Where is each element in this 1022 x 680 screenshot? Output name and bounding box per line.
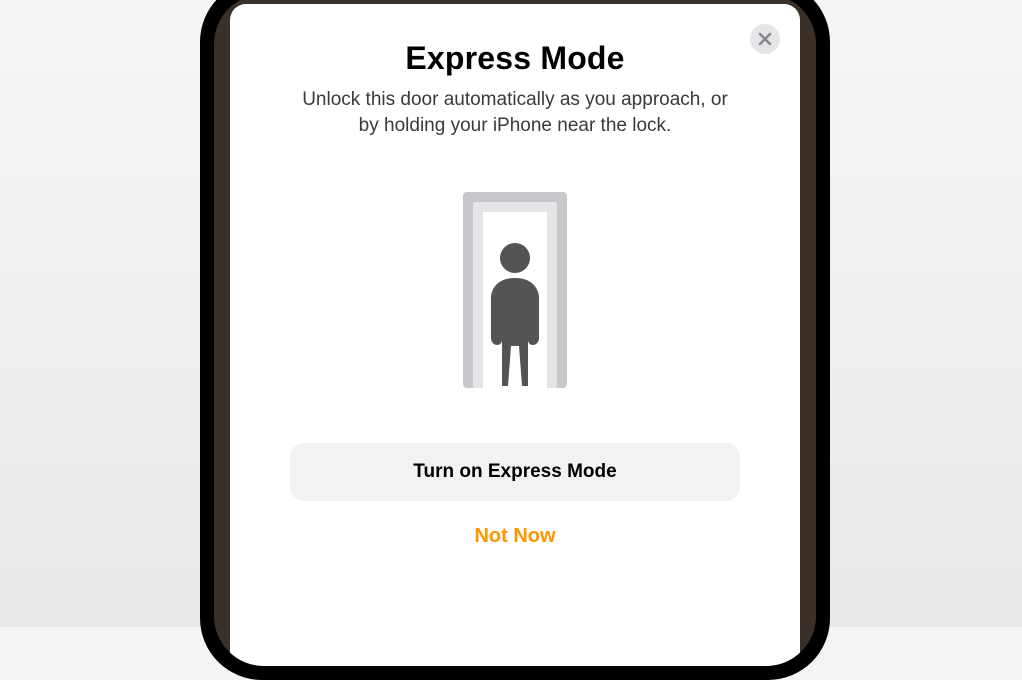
close-button[interactable] — [750, 24, 780, 54]
modal-title: Express Mode — [405, 40, 624, 77]
person-door-illustration — [445, 188, 585, 393]
person-in-doorway-icon — [445, 188, 585, 388]
turn-on-express-mode-button[interactable]: Turn on Express Mode — [290, 443, 740, 501]
phone-frame: Express Mode Unlock this door automatica… — [200, 0, 830, 680]
not-now-button[interactable]: Not Now — [474, 525, 555, 548]
phone-screen: Express Mode Unlock this door automatica… — [214, 0, 816, 666]
modal-description: Unlock this door automatically as you ap… — [295, 87, 735, 138]
express-mode-modal: Express Mode Unlock this door automatica… — [230, 4, 800, 666]
close-icon — [758, 32, 772, 46]
